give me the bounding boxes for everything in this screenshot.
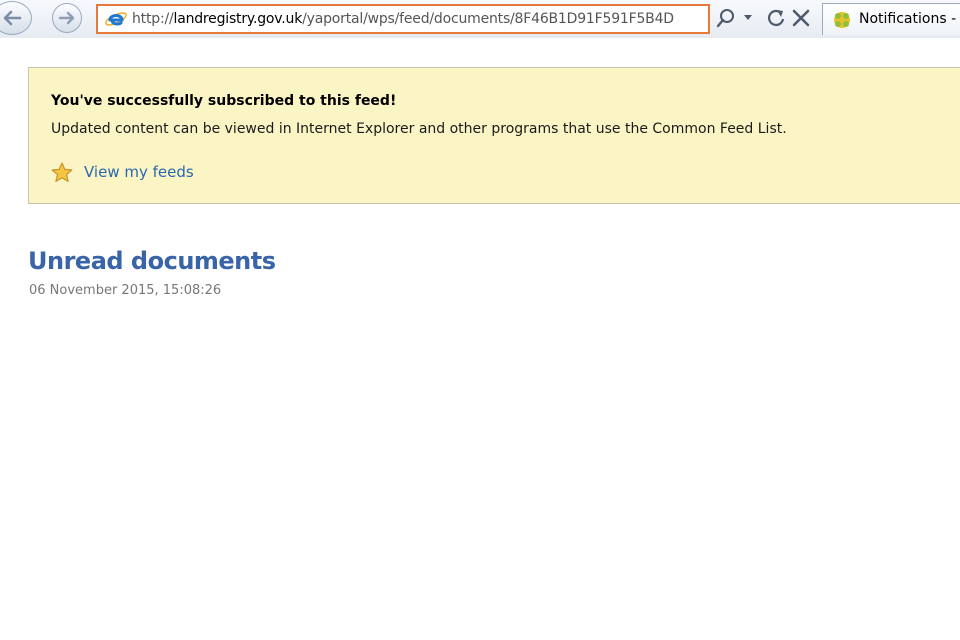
- internet-explorer-icon: [105, 12, 127, 26]
- refresh-icon[interactable]: [766, 8, 786, 28]
- subscription-banner: You've successfully subscribed to this f…: [28, 67, 960, 204]
- search-icon[interactable]: [716, 8, 736, 28]
- notifications-icon: [834, 12, 850, 28]
- feed-date: 06 November 2015, 15:08:26: [29, 283, 222, 298]
- back-arrow-icon: [3, 10, 22, 26]
- chevron-down-icon[interactable]: [743, 14, 753, 22]
- url-domain: landregistry.gov.uk: [173, 11, 303, 27]
- view-my-feeds-link[interactable]: View my feeds: [84, 163, 194, 181]
- browser-toolbar: http://landregistry.gov.uk/yaportal/wps/…: [0, 0, 960, 38]
- address-bar[interactable]: http://landregistry.gov.uk/yaportal/wps/…: [96, 4, 710, 34]
- feed-title: Unread documents: [28, 247, 276, 275]
- star-icon: [51, 162, 73, 182]
- tab-label: Notifications -: [859, 11, 957, 27]
- url-prefix: http://: [132, 11, 174, 27]
- back-button[interactable]: [0, 1, 32, 35]
- address-bar-url[interactable]: http://landregistry.gov.uk/yaportal/wps/…: [132, 11, 674, 27]
- banner-description: Updated content can be viewed in Interne…: [51, 121, 787, 137]
- url-path: /yaportal/wps/feed/documents/8F46B1D91F5…: [302, 11, 674, 27]
- forward-arrow-icon: [58, 11, 75, 25]
- forward-button[interactable]: [52, 3, 82, 33]
- banner-title: You've successfully subscribed to this f…: [51, 93, 397, 109]
- browser-tab-notifications[interactable]: Notifications -: [822, 3, 960, 35]
- close-icon[interactable]: [791, 8, 811, 28]
